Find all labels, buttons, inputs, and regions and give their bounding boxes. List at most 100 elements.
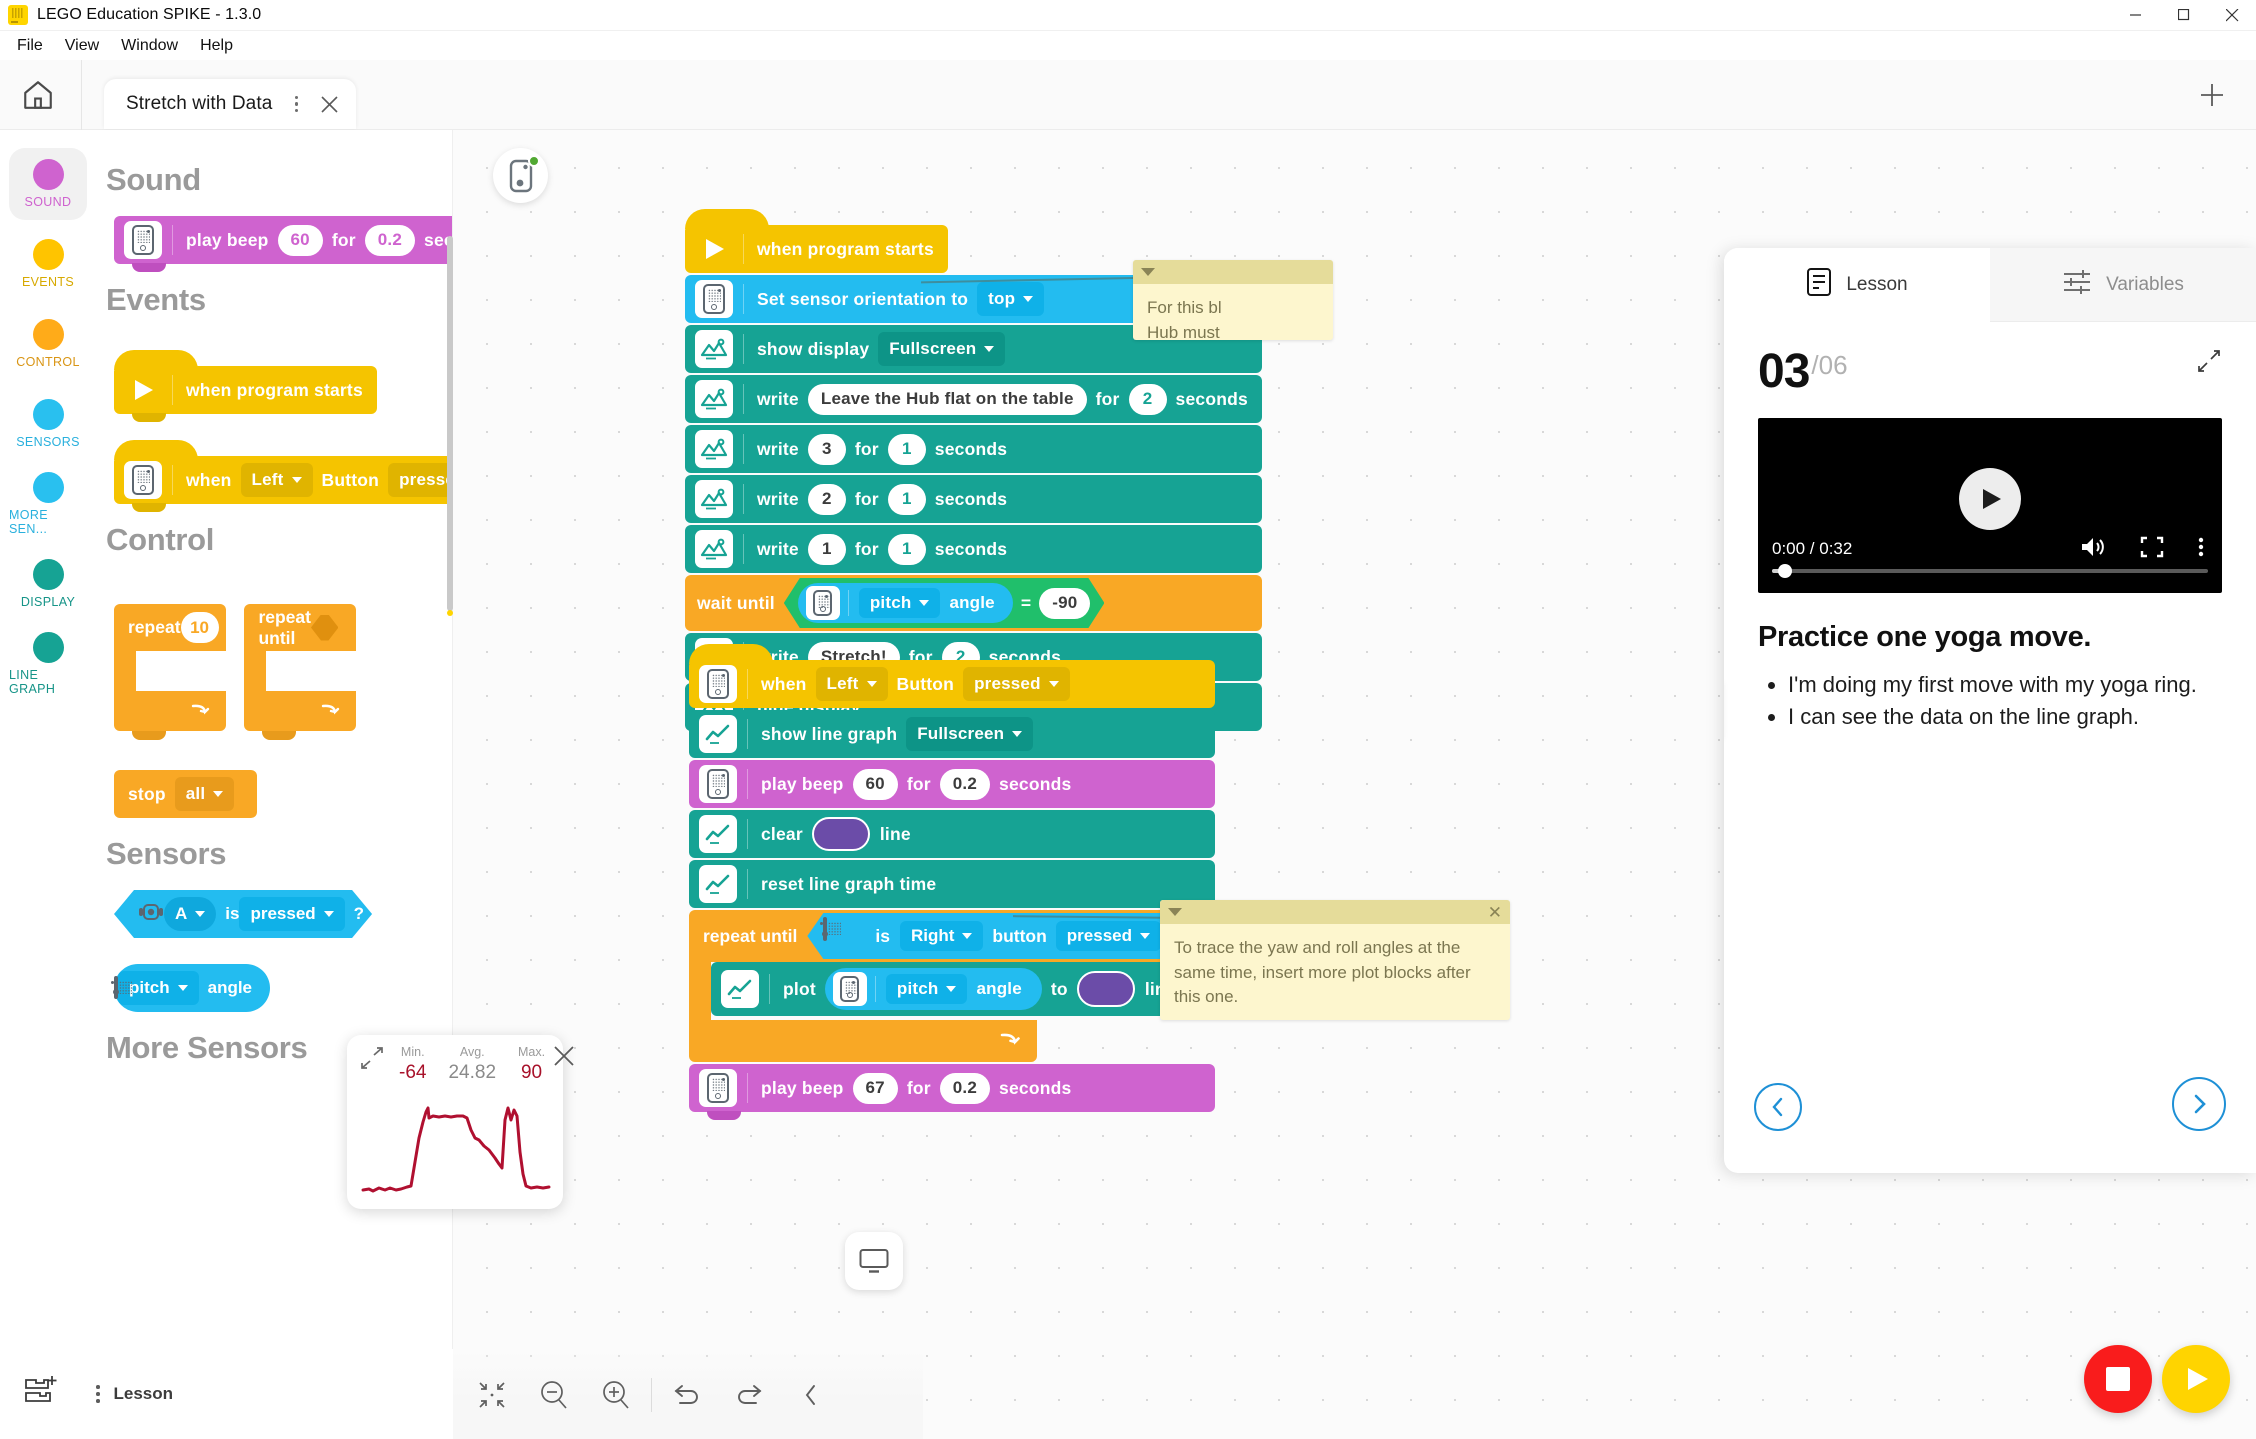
sidebar-item-more-sensors[interactable]: MORE SEN... (9, 468, 87, 540)
fullscreen-icon[interactable] (2140, 536, 2164, 563)
tab-lesson[interactable]: Lesson (1724, 248, 1990, 322)
tab-variables[interactable]: Variables (1990, 248, 2256, 322)
zoom-in-button[interactable] (585, 1364, 647, 1426)
palette-block-angle-reporter[interactable]: pitch angle (110, 964, 271, 1012)
tab-close-icon[interactable] (316, 91, 342, 117)
device-monitor-button[interactable] (845, 1232, 903, 1290)
button-state-dropdown[interactable]: pressed (1056, 921, 1161, 951)
sidebar-item-sensors[interactable]: SENSORS (9, 388, 87, 460)
graph-mode-dropdown[interactable]: Fullscreen (906, 717, 1034, 751)
video-more-icon[interactable] (2198, 536, 2204, 563)
block-write-text[interactable]: write 1 for 1 seconds (685, 525, 1262, 573)
block-play-beep[interactable]: play beep 67 for 0.2 seconds (689, 1064, 1215, 1120)
menu-help[interactable]: Help (189, 34, 244, 58)
code-note-top[interactable]: For this bl Hub must (1133, 260, 1333, 340)
document-tab[interactable]: Stretch with Data (104, 79, 357, 129)
angle-reporter-block[interactable]: pitch angle (824, 968, 1042, 1010)
button-pressed-boolean[interactable]: is Right button pressed ? (807, 913, 1196, 959)
maximize-button[interactable] (2160, 0, 2208, 31)
block-when-button-pressed[interactable]: when Left Button pressed (689, 644, 1215, 708)
line-color-dropdown[interactable] (1076, 971, 1135, 1007)
note-titlebar[interactable]: ✕ (1160, 900, 1510, 924)
collapse-triangle-icon[interactable] (1168, 908, 1182, 916)
video-play-button[interactable] (1959, 467, 2021, 530)
button-side-dropdown[interactable]: Right (900, 921, 983, 951)
write-duration-input[interactable]: 1 (887, 533, 926, 565)
collapse-panel-button[interactable] (780, 1364, 842, 1426)
palette-block-stop[interactable]: stop all (114, 770, 258, 818)
block-write-text[interactable]: write 2 for 1 seconds (685, 475, 1262, 523)
palette-block-when-button-pressed[interactable]: when Left Button pressed (114, 440, 452, 512)
sensor-state-dropdown[interactable]: pressed (239, 897, 344, 931)
palette-block-when-program-starts[interactable]: when program starts (114, 350, 377, 422)
button-side-dropdown[interactable]: Left (815, 667, 888, 701)
button-state-dropdown[interactable]: pressed (388, 463, 452, 497)
expand-lesson-icon[interactable] (2196, 348, 2222, 374)
menu-file[interactable]: File (6, 34, 54, 58)
equals-operator-block[interactable]: pitch angle = -90 (784, 578, 1105, 628)
write-duration-input[interactable]: 1 (887, 433, 926, 465)
menu-view[interactable]: View (54, 34, 110, 58)
hub-connection-chip[interactable] (493, 148, 548, 203)
boolean-slot[interactable] (311, 615, 338, 641)
volume-icon[interactable] (2080, 536, 2106, 563)
palette-block-repeat[interactable]: repeat 10 (114, 604, 226, 740)
block-write-text[interactable]: write Leave the Hub flat on the table fo… (685, 375, 1262, 423)
beep-note-input[interactable]: 67 (852, 1072, 898, 1104)
collapse-triangle-icon[interactable] (1141, 268, 1155, 276)
write-duration-input[interactable]: 1 (887, 483, 926, 515)
lesson-menu-icon[interactable] (96, 1385, 100, 1403)
lesson-next-button[interactable] (2172, 1077, 2226, 1131)
play-button[interactable] (2162, 1345, 2230, 1413)
sidebar-item-control[interactable]: CONTROL (9, 308, 87, 380)
line-color-dropdown[interactable] (811, 817, 870, 851)
angle-axis-dropdown[interactable]: pitch (859, 588, 941, 618)
sidebar-item-line-graph[interactable]: LINE GRAPH (9, 628, 87, 700)
expand-graph-icon[interactable] (359, 1045, 385, 1076)
operand-input[interactable]: -90 (1039, 588, 1090, 619)
block-write-text[interactable]: write 3 for 1 seconds (685, 425, 1262, 473)
code-note-bottom[interactable]: ✕ To trace the yaw and roll angles at th… (1160, 900, 1510, 1020)
button-state-dropdown[interactable]: pressed (963, 667, 1070, 701)
write-duration-input[interactable]: 2 (1128, 383, 1167, 415)
block-palette[interactable]: Sound play beep 60 for 0.2 seconds Event… (96, 130, 453, 1439)
block-play-beep[interactable]: play beep 60 for 0.2 seconds (689, 760, 1215, 808)
script-stack-button-pressed[interactable]: when Left Button pressed show line graph… (689, 644, 1215, 1120)
beep-duration-input[interactable]: 0.2 (939, 768, 991, 800)
stop-button[interactable] (2084, 1345, 2152, 1413)
palette-block-play-beep[interactable]: play beep 60 for 0.2 seconds (114, 216, 452, 272)
add-extension-icon[interactable] (22, 1374, 62, 1414)
block-clear-line[interactable]: clear line (689, 810, 1215, 858)
palette-block-repeat-until[interactable]: repeat until (244, 604, 357, 740)
sidebar-item-display[interactable]: DISPLAY (9, 548, 87, 620)
angle-reporter-block[interactable]: pitch angle (798, 583, 1013, 623)
write-text-input[interactable]: 3 (807, 433, 846, 465)
lesson-prev-button[interactable] (1754, 1083, 1802, 1131)
block-reset-line-graph-time[interactable]: reset line graph time (689, 860, 1215, 908)
home-button[interactable] (8, 65, 68, 125)
write-text-input[interactable]: 2 (807, 483, 846, 515)
repeat-count-input[interactable]: 10 (180, 612, 219, 643)
block-when-program-starts[interactable]: when program starts (685, 209, 948, 273)
add-tab-button[interactable] (2192, 75, 2232, 115)
video-progress-knob[interactable] (1778, 564, 1792, 578)
video-progress-bar[interactable] (1772, 564, 2208, 578)
block-repeat-until[interactable]: repeat until is Right button pressed ? (689, 910, 1215, 1062)
write-text-input[interactable]: Leave the Hub flat on the table (807, 383, 1087, 415)
sidebar-item-sound[interactable]: SOUND (9, 148, 87, 220)
note-close-icon[interactable]: ✕ (1488, 904, 1502, 921)
button-side-dropdown[interactable]: Left (240, 463, 313, 497)
beep-duration-input[interactable]: 0.2 (364, 224, 416, 256)
display-mode-dropdown[interactable]: Fullscreen (878, 332, 1006, 366)
lesson-video-player[interactable]: 0:00 / 0:32 (1758, 418, 2222, 593)
stop-target-dropdown[interactable]: all (174, 777, 235, 811)
beep-note-input[interactable]: 60 (277, 224, 323, 256)
lesson-panel[interactable]: Lesson Variables 03 /06 0:00 / 0:32 Prac… (1724, 248, 2256, 1173)
sensor-port-dropdown[interactable]: A (164, 897, 216, 931)
menu-window[interactable]: Window (110, 34, 189, 58)
angle-axis-dropdown[interactable]: pitch (885, 974, 968, 1004)
palette-scrollbar[interactable] (447, 236, 453, 611)
minimize-button[interactable] (2112, 0, 2160, 31)
zoom-out-button[interactable] (523, 1364, 585, 1426)
block-wait-until[interactable]: wait until pitch angle = -90 (685, 575, 1262, 631)
